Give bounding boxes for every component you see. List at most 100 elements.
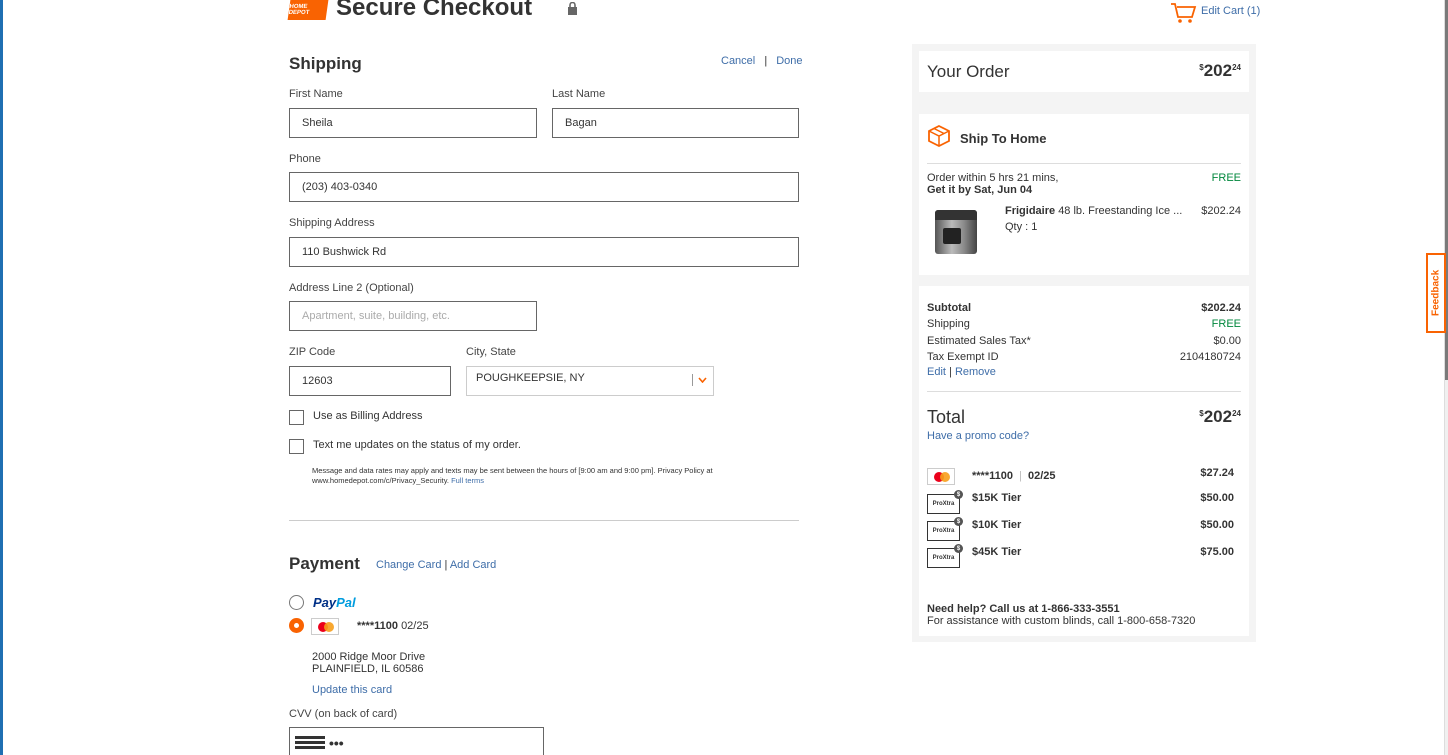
tax-exempt-actions: Edit | Remove [927,366,996,378]
shipping-label: Shipping [927,318,970,330]
first-name-value: Sheila [302,117,333,129]
tax-label: Estimated Sales Tax* [927,335,1031,347]
zip-label: ZIP Code [289,346,336,358]
mastercard-icon [927,468,955,485]
phone-field[interactable]: (203) 403-0340 [289,172,799,202]
card-actions: Change Card | Add Card [376,559,496,571]
last-name-field[interactable]: Bagan [552,108,799,138]
select-divider [692,374,693,386]
product-name: 48 lb. Freestanding Ice ... [1058,205,1183,217]
proxtra-label: ProXtra [932,501,955,507]
text-updates-label: Text me updates on the status of my orde… [313,439,521,451]
payment-title: Payment [289,554,360,573]
change-card-link[interactable]: Change Card [376,559,441,571]
split-card-exp: 02/25 [1027,470,1056,482]
page-title: Secure Checkout [336,0,533,21]
total-dollar: $ [1199,409,1204,418]
paypal-pal-text: Pal [336,595,356,610]
your-order-card: Your Order $20224 [919,51,1249,92]
tax-exempt-value: 2104180724 [1179,351,1241,363]
shipping-address-value: 110 Bushwick Rd [302,246,387,258]
order-total-top: $20224 [1199,61,1241,81]
proxtra-card-icon: ProXtra $ [927,490,963,514]
help-line1: Need help? Call us at 1-866-333-3551 [927,603,1120,615]
totals-card: Subtotal $202.24 Shipping FREE Estimated… [919,286,1249,636]
tax-value: $0.00 [1213,335,1241,347]
billing-address-line1: 2000 Ridge Moor Drive [312,651,426,663]
totals-divider [927,391,1241,392]
product-brand: Frigidaire [1005,205,1056,217]
address2-field[interactable]: Apartment, suite, building, etc. [289,301,537,331]
subtotal-label: Subtotal [927,302,971,314]
billing-address: 2000 Ridge Moor Drive PLAINFIELD, IL 605… [312,651,425,675]
edit-cart-label: Edit Cart [1201,5,1244,17]
first-name-field[interactable]: Sheila [289,108,537,138]
city-state-select[interactable]: POUGHKEEPSIE, NY [466,366,714,396]
help-info: Need help? Call us at 1-866-333-3551 For… [927,603,1195,627]
section-divider [289,520,799,521]
shipping-address-label: Shipping Address [289,217,375,229]
city-state-label: City, State [466,346,516,358]
text-updates-checkbox[interactable] [289,439,304,454]
address2-placeholder: Apartment, suite, building, etc. [302,310,450,322]
card-masked: ****1100 [357,620,398,632]
order-summary-panel: Your Order $20224 Ship To Home Order wit… [912,44,1256,642]
proxtra-card-icon: ProXtra $ [927,544,963,568]
shipping-address-field[interactable]: 110 Bushwick Rd [289,237,799,267]
update-card-link[interactable]: Update this card [312,684,392,696]
split-card-info: ****1100 | 02/25 [972,470,1056,482]
lock-icon [568,2,577,15]
promo-code-link[interactable]: Have a promo code? [927,430,1029,442]
subtotal-value: $202.24 [1201,302,1241,314]
ship-divider [927,163,1241,164]
sms-disclaimer: Message and data rates may apply and tex… [312,466,782,486]
billing-address-checkbox[interactable] [289,410,304,425]
your-order-title: Your Order [927,62,1010,81]
edit-tax-link[interactable]: Edit [927,366,946,378]
delivery-info: Order within 5 hrs 21 mins, Get it by Sa… [927,172,1058,196]
cart-count: (1) [1246,5,1261,17]
total-label: Total [927,407,966,427]
proxtra-label: ProXtra [932,555,955,561]
card-radio[interactable] [289,618,304,633]
edit-cart-link[interactable]: Edit Cart (1) [1201,5,1260,17]
tier-10k-label: $10K Tier [972,519,1022,531]
link-separator: | [764,55,768,67]
home-depot-logo[interactable]: HOME DEPOT [287,0,329,20]
total-value: $20224 [1199,407,1241,427]
paypal-pay-text: Pay [313,595,337,610]
disclaimer-line2: www.homedepot.com/c/Privacy_Security. [312,476,449,485]
product-image[interactable] [931,206,981,258]
zip-field[interactable]: 12603 [289,366,451,396]
remove-tax-link[interactable]: Remove [955,366,996,378]
cvv-field[interactable]: ••• [289,727,544,755]
first-name-label: First Name [289,88,343,100]
card-info: ****1100 02/25 [357,620,429,632]
product-title[interactable]: Frigidaire 48 lb. Freestanding Ice ... [1005,205,1185,217]
cart-icon[interactable] [1170,2,1197,24]
feedback-label[interactable]: Feedback [1427,253,1445,333]
chevron-down-icon[interactable] [698,377,707,383]
help-line2: For assistance with custom blinds, call … [927,615,1196,627]
mastercard-icon [311,618,339,635]
tax-actions-separator: | [949,366,952,378]
split-card-amount: $27.24 [1200,467,1234,479]
paypal-radio[interactable] [289,595,304,610]
phone-value: (203) 403-0340 [302,181,378,193]
card-exp: 02/25 [401,620,429,632]
done-link[interactable]: Done [776,55,802,67]
full-terms-link[interactable]: Full terms [451,476,484,485]
card-back-icon [295,736,325,750]
proxtra-card-icon: ProXtra $ [927,517,963,541]
tier-45k-label: $45K Tier [972,546,1022,558]
order-within-text: Order within 5 hrs 21 mins, [927,172,1059,184]
page-scrollbar[interactable] [1444,0,1448,755]
tier-45k-amount: $75.00 [1200,546,1234,558]
add-card-link[interactable]: Add Card [450,559,496,571]
city-state-value: POUGHKEEPSIE, NY [476,372,585,384]
order-total-dollar: $ [1199,63,1204,72]
cancel-link[interactable]: Cancel [721,55,755,67]
total-whole: 202 [1203,407,1233,426]
total-cents: 24 [1232,409,1241,418]
address2-label: Address Line 2 (Optional) [289,282,414,294]
